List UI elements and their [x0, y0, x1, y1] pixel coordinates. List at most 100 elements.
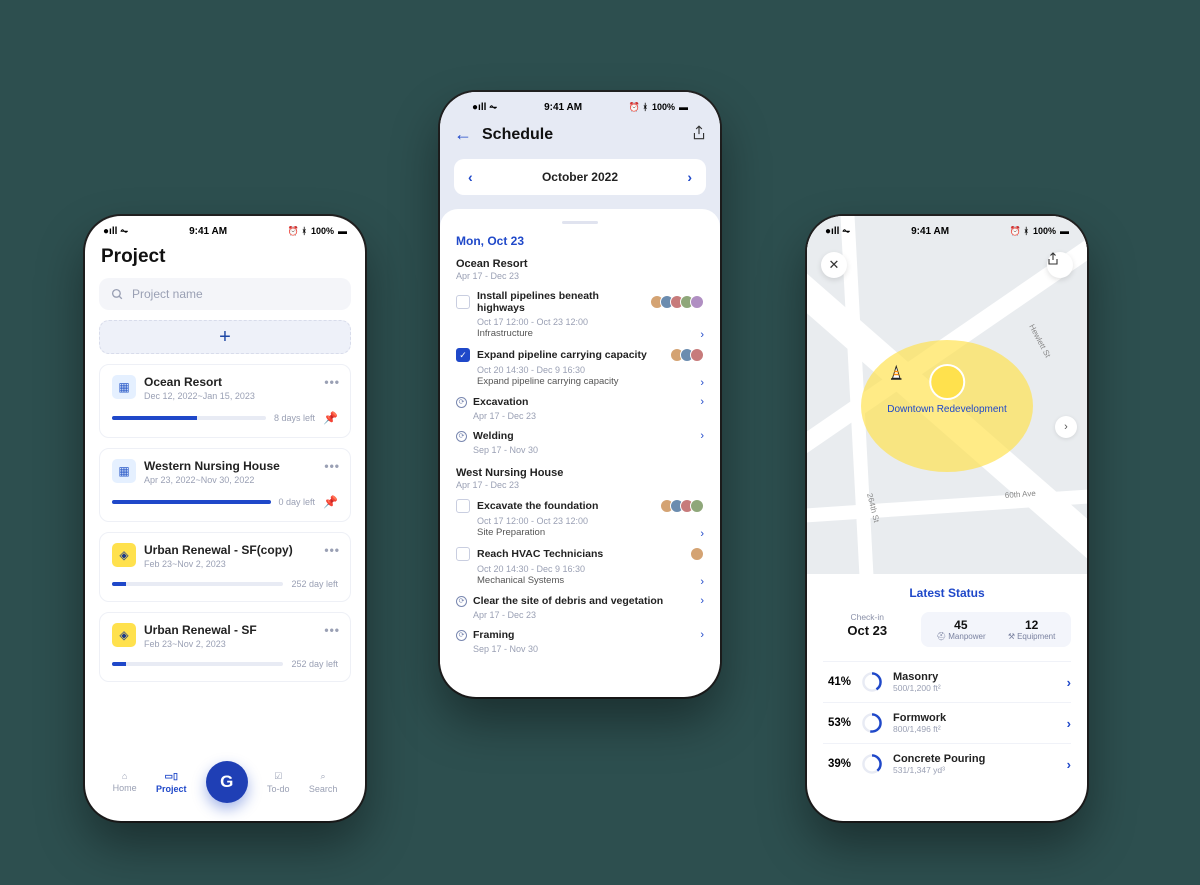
subtask-row[interactable]: ⟳Welding› [456, 427, 704, 445]
project-card[interactable]: ▦Ocean ResortDec 12, 2022~Jan 15, 2023••… [99, 364, 351, 438]
subtask-row[interactable]: ⟳Framing› [456, 626, 704, 644]
task-row[interactable]: Install pipelines beneath highways [456, 287, 704, 317]
signal-icon: ●ıll ⏦ [825, 226, 850, 237]
share-button[interactable] [692, 125, 706, 144]
share-button[interactable] [1047, 252, 1073, 278]
drag-handle[interactable] [562, 221, 598, 224]
project-icon: ◈ [112, 623, 136, 647]
progress-bar [112, 416, 266, 420]
checkin-box: Check-in Oct 23 [823, 612, 911, 647]
progress-ring [861, 671, 883, 693]
checkbox[interactable] [456, 547, 470, 561]
map-next-button[interactable]: › [1055, 416, 1077, 438]
avatar-stack [694, 547, 704, 561]
progress-sub: 500/1,200 ft² [893, 683, 1057, 693]
progress-row[interactable]: 53%Formwork800/1,496 ft²› [823, 702, 1071, 743]
project-icon: ◈ [112, 543, 136, 567]
task-row[interactable]: Reach HVAC Technicians [456, 544, 704, 564]
group-dates: Apr 17 - Dec 23 [456, 480, 704, 490]
checkbox[interactable] [456, 499, 470, 513]
more-button[interactable]: ••• [324, 623, 340, 637]
signal-icon: ●ıll ⏦ [472, 102, 497, 113]
subtask-name: Welding [473, 430, 694, 442]
fab-button[interactable]: G [206, 761, 248, 803]
equipment-icon: ⚒ [1008, 632, 1015, 641]
percent-value: 53% [823, 717, 851, 729]
add-project-button[interactable]: + [99, 320, 351, 354]
chevron-left-icon[interactable]: ‹ [468, 169, 473, 185]
schedule-group: Ocean ResortApr 17 - Dec 23Install pipel… [456, 258, 704, 455]
logo-icon: G [220, 772, 233, 792]
signal-icon: ●ıll ⏦ [103, 226, 128, 237]
progress-name: Formwork [893, 712, 1057, 724]
chevron-right-icon[interactable]: › [700, 528, 704, 540]
task-row[interactable]: Excavate the foundation [456, 496, 704, 516]
checkbox[interactable] [456, 295, 470, 309]
project-card[interactable]: ◈Urban Renewal - SFFeb 23~Nov 2, 2023•••… [99, 612, 351, 682]
chevron-right-icon[interactable]: › [700, 430, 704, 442]
progress-name: Concrete Pouring [893, 753, 1057, 765]
chevron-right-icon[interactable]: › [700, 595, 704, 607]
map-marker[interactable]: Downtown Redevelopment [887, 364, 1007, 415]
tab-home[interactable]: ⌂Home [113, 771, 137, 793]
progress-row[interactable]: 41% Masonry500/1,200 ft² › [823, 661, 1071, 702]
subtask-dates: Apr 17 - Dec 23 [456, 411, 704, 421]
task-row[interactable]: ✓Expand pipeline carrying capacity [456, 345, 704, 365]
schedule-sheet: Mon, Oct 23 Ocean ResortApr 17 - Dec 23I… [440, 209, 720, 664]
chevron-right-icon[interactable]: › [1067, 675, 1071, 690]
more-button[interactable]: ••• [324, 375, 340, 389]
chevron-right-icon[interactable]: › [700, 377, 704, 389]
progress-ring [861, 753, 883, 775]
percent-value: 39% [823, 758, 851, 770]
map-view[interactable]: Hewlett St 60th Ave 264th St ●ıll ⏦ 9:41… [807, 216, 1087, 574]
more-button[interactable]: ••• [324, 543, 340, 557]
chevron-right-icon[interactable]: › [1067, 757, 1071, 772]
search-input[interactable]: Project name [99, 278, 351, 310]
project-card[interactable]: ◈Urban Renewal - SF(copy)Feb 23~Nov 2, 2… [99, 532, 351, 602]
task-meta: Oct 17 12:00 - Oct 23 12:00 [456, 516, 704, 526]
chevron-right-icon[interactable]: › [687, 169, 692, 185]
avatar-stack [654, 295, 704, 309]
chevron-right-icon[interactable]: › [700, 329, 704, 341]
project-name: Western Nursing House [144, 459, 338, 473]
chevron-right-icon[interactable]: › [700, 576, 704, 588]
more-button[interactable]: ••• [324, 459, 340, 473]
month-picker[interactable]: ‹ October 2022 › [454, 159, 706, 195]
tab-todo[interactable]: ☑To-do [267, 771, 290, 794]
chevron-right-icon[interactable]: › [1067, 716, 1071, 731]
chevron-right-icon[interactable]: › [700, 629, 704, 641]
subtask-row[interactable]: ⟳Clear the site of debris and vegetation… [456, 592, 704, 610]
tab-project[interactable]: ▭▯Project [156, 771, 187, 794]
clock-icon: ⟳ [456, 596, 467, 607]
progress-bar [112, 662, 283, 666]
project-name: Urban Renewal - SF [144, 623, 338, 637]
subtask-dates: Apr 17 - Dec 23 [456, 610, 704, 620]
manpower-icon: ⛑ [936, 632, 946, 641]
progress-name: Masonry [893, 671, 1057, 683]
days-left: 0 day left [279, 497, 316, 507]
pin-icon: 📌 [323, 411, 338, 425]
tab-search[interactable]: ⌕Search [309, 771, 338, 794]
group-dates: Apr 17 - Dec 23 [456, 271, 704, 281]
project-name: Ocean Resort [144, 375, 338, 389]
back-button[interactable]: ← [454, 124, 472, 145]
chevron-right-icon[interactable]: › [700, 396, 704, 408]
task-category: Expand pipeline carrying capacity [456, 376, 704, 387]
days-left: 8 days left [274, 413, 315, 423]
status-time: 9:41 AM [189, 226, 227, 237]
progress-row[interactable]: 39%Concrete Pouring531/1,347 yd³› [823, 743, 1071, 784]
task-name: Install pipelines beneath highways [477, 290, 647, 314]
statusbar: ●ıll ⏦ 9:41 AM ⏰ ᚼ 100% ▬ [454, 92, 706, 116]
day-label: Mon, Oct 23 [456, 234, 704, 248]
percent-value: 41% [823, 676, 851, 688]
close-button[interactable]: ✕ [821, 252, 847, 278]
group-title: West Nursing House [456, 467, 704, 479]
checkbox[interactable]: ✓ [456, 348, 470, 362]
phone-schedule: ●ıll ⏦ 9:41 AM ⏰ ᚼ 100% ▬ ← Schedule ‹ O… [440, 92, 720, 697]
project-card[interactable]: ▦Western Nursing HouseApr 23, 2022~Nov 3… [99, 448, 351, 522]
subtask-name: Framing [473, 629, 694, 641]
task-meta: Oct 20 14:30 - Dec 9 16:30 [456, 564, 704, 574]
subtask-row[interactable]: ⟳Excavation› [456, 393, 704, 411]
subtask-name: Excavation [473, 396, 694, 408]
stat-manpower: 45 ⛑Manpower [925, 618, 996, 641]
